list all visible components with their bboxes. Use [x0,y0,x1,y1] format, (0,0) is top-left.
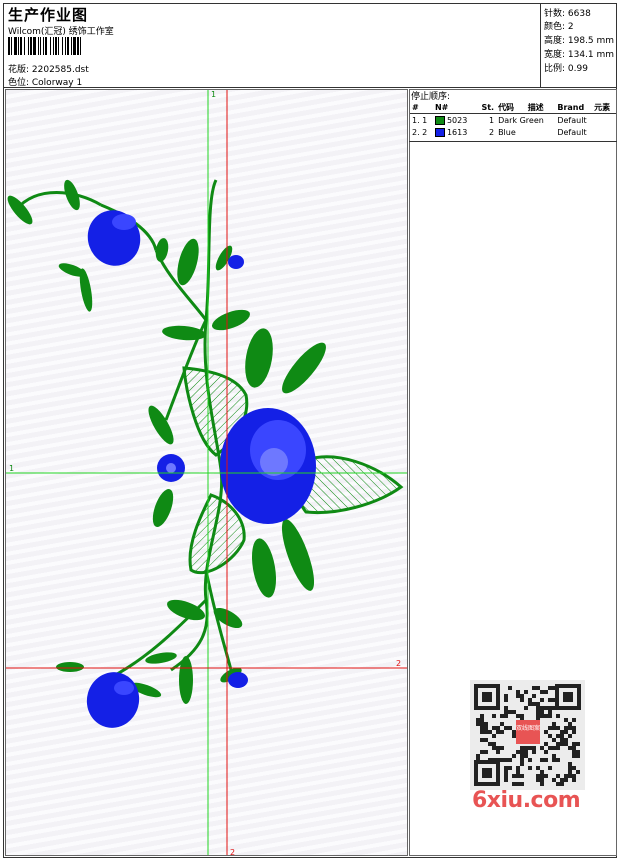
red-h-guide-label: 2 [396,659,401,668]
col-element: 元素 [592,101,616,114]
design-width: 宽度: 134.1 mm [544,50,615,60]
row-description: Blue [498,127,516,137]
design-scale: 比例: 0.99 [544,64,588,74]
barcode [8,37,140,55]
table-row[interactable]: 1. 1 5023 1 Dark Green Default [410,114,616,127]
col-number: N# [432,101,477,114]
col-description: 描述 [525,101,556,114]
color-swatch [434,127,445,137]
row-index: 1. 1 [412,115,428,125]
qr-code-graphic: 双线图案 [474,684,581,786]
site-watermark: 6xiu.com [472,788,581,813]
qr-code: 双线图案 [470,680,585,790]
row-color-code: 1613 [433,126,476,138]
green-v-guide-label: 1 [211,90,216,99]
table-header-row: # N# St. 代码 描述 Brand 元素 [410,101,616,114]
stats-panel: 针数: 6638 颜色: 2 高度: 198.5 mm 宽度: 134.1 mm… [540,3,617,88]
embroidery-preview[interactable]: 1 1 2 2 [5,89,408,856]
row-brand: Default [557,127,587,137]
row-description: Dark Green [498,115,544,125]
col-stitches: St. [476,101,497,114]
stop-sequence-table: # N# St. 代码 描述 Brand 元素 1. 1 5023 1 Dark… [410,101,616,138]
green-h-guide-label: 1 [9,464,14,473]
table-divider [409,141,617,142]
studio-name: Wilcom(汇冠) 绣饰工作室 [8,27,114,37]
row-number: 2 [488,127,495,137]
header-divider [3,87,617,88]
design-height: 高度: 198.5 mm [544,36,615,46]
row-brand: Default [557,115,587,125]
qr-stamp-text: 双线图案 [516,724,540,732]
row-number: 1 [488,115,495,125]
row-color-code: 5023 [433,114,476,127]
red-v-guide-label: 2 [230,848,235,856]
color-swatch [434,115,445,125]
embroidery-design: 1 1 2 2 [6,90,407,856]
page-title: 生产作业图 [8,6,89,24]
col-index: # [410,101,433,114]
col-brand: Brand [555,101,593,114]
qr-stamp [516,720,540,744]
col-code: 代码 [496,101,526,114]
color-count: 颜色: 2 [544,22,574,32]
row-index: 2. 2 [412,127,428,137]
table-row[interactable]: 2. 2 1613 2 Blue Default [410,126,616,138]
pattern-file-label: 花版: 2202585.dst [8,65,89,75]
colorway-label: 色位: Colorway 1 [8,78,83,88]
stitch-count: 针数: 6638 [544,9,591,19]
